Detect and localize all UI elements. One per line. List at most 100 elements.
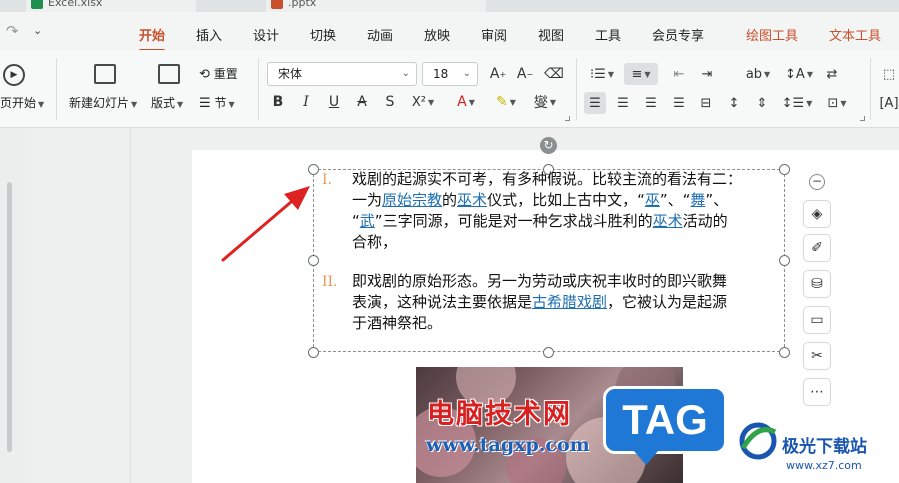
menu-tools[interactable]: 工具: [595, 25, 621, 44]
site-logo-url: www.xz7.com: [786, 459, 862, 472]
sort-icon[interactable]: ↕A ▼: [784, 64, 814, 84]
file-tab-ppt[interactable]: .pptx: [266, 0, 486, 12]
menu-view[interactable]: 视图: [538, 25, 564, 44]
brush-icon[interactable]: ✐: [803, 234, 831, 262]
text-run: 的: [442, 191, 458, 209]
distribute-icon[interactable]: ⊟: [697, 93, 715, 113]
section-icon: ☰: [199, 96, 211, 111]
menu-transition[interactable]: 切换: [310, 25, 336, 44]
layers-icon[interactable]: ◈: [803, 200, 831, 228]
text-run: ”三字同源，可能是对一种乞求战斗胜利的: [374, 212, 653, 230]
hyperlink[interactable]: 巫术: [653, 212, 683, 230]
play-icon[interactable]: ▶: [3, 64, 25, 86]
new-slide-icon[interactable]: [94, 64, 116, 84]
resize-handle[interactable]: [779, 255, 790, 266]
hyperlink[interactable]: 武: [360, 212, 375, 230]
paragraph-1[interactable]: 戏剧的起源实不可考，有多种假说。比较主流的看法有二： 一为原始宗教的巫术仪式，比如…: [352, 169, 776, 253]
decrease-indent-icon[interactable]: ⇤: [669, 64, 689, 84]
menu-home[interactable]: 开始: [139, 25, 166, 52]
hyperlink[interactable]: 巫: [645, 191, 660, 209]
align-center-icon[interactable]: ☰: [614, 93, 632, 113]
font-size-value: 18: [433, 67, 449, 81]
highlight-icon[interactable]: ✎ ▼: [491, 93, 521, 111]
convert-icon[interactable]: ⇄: [822, 64, 842, 84]
play-from-start-button[interactable]: 页开始 ▼: [0, 94, 44, 111]
resize-handle[interactable]: [779, 164, 790, 175]
shape-icon[interactable]: ⬚: [880, 64, 898, 84]
align-right-icon[interactable]: ☰: [642, 93, 660, 113]
text-run: 表演，这种说法主要依据是: [352, 293, 533, 311]
menu-slideshow[interactable]: 放映: [424, 25, 450, 44]
numbering-icon[interactable]: ≡ ▼: [624, 63, 658, 85]
reset-button[interactable]: ⟲ 重置: [199, 65, 238, 82]
superscript-icon[interactable]: X² ▼: [410, 93, 436, 111]
rotate-handle-icon[interactable]: ↻: [540, 137, 557, 154]
menu-drawing-tools[interactable]: 绘图工具: [746, 25, 798, 44]
resize-handle[interactable]: [779, 347, 790, 358]
menu-animation[interactable]: 动画: [367, 25, 393, 44]
text-run: 戏剧的起源实不可考，有多种假说。比较主流的看法有二：: [352, 170, 743, 188]
font-color-icon[interactable]: A ▼: [451, 93, 481, 111]
resize-handle[interactable]: [308, 347, 319, 358]
justify-icon[interactable]: ☰: [670, 93, 688, 113]
italic-icon[interactable]: I: [298, 93, 314, 111]
font-size-select[interactable]: 18 ⌄: [422, 62, 478, 86]
watermark-url: www.tagxp.com: [426, 434, 590, 456]
pinyin-icon[interactable]: 燮 ▼: [530, 93, 560, 111]
increase-indent-icon[interactable]: ⇥: [697, 64, 717, 84]
layout-button[interactable]: 版式 ▼: [151, 94, 183, 111]
pane-divider[interactable]: [130, 128, 131, 483]
chevron-down-icon: ⌄: [462, 68, 471, 79]
shadow-icon[interactable]: S: [382, 93, 398, 111]
menu-text-tools[interactable]: 文本工具: [829, 25, 881, 44]
redo-icon[interactable]: ↷: [6, 22, 19, 40]
screen-icon[interactable]: ▭: [803, 306, 831, 334]
textbox-icon[interactable]: [A]: [879, 93, 898, 113]
text-direction-icon[interactable]: ab ▼: [743, 64, 773, 84]
reset-label: 重置: [213, 67, 238, 81]
bold-icon[interactable]: B: [270, 93, 286, 111]
file-tab-excel[interactable]: Excel.xlsx: [26, 0, 196, 12]
line-spacing-icon[interactable]: ↕: [725, 93, 743, 113]
layout-label: 版式: [151, 96, 176, 110]
align-left-icon[interactable]: ☰: [584, 92, 606, 114]
menu-review[interactable]: 审阅: [481, 25, 507, 44]
increase-font-icon[interactable]: A +: [488, 64, 508, 84]
strikethrough-icon[interactable]: A: [354, 93, 370, 111]
menu-design[interactable]: 设计: [253, 25, 279, 44]
menu-insert[interactable]: 插入: [196, 25, 222, 44]
spacing-menu-icon[interactable]: ↕☰ ▼: [782, 93, 813, 113]
collapse-toolbar-icon[interactable]: −: [809, 174, 825, 190]
thumbnail-scrollbar[interactable]: [7, 182, 12, 452]
hyperlink[interactable]: 巫术: [457, 191, 487, 209]
section-button[interactable]: ☰ 节 ▼: [199, 94, 235, 111]
vertical-align-icon[interactable]: ⊡ ▼: [822, 93, 852, 113]
list-numeral: II.: [322, 274, 338, 290]
paragraph-spacing-icon[interactable]: ⇕: [753, 93, 771, 113]
decrease-font-icon[interactable]: A −: [515, 64, 535, 84]
section-label: 节: [214, 96, 227, 110]
text-line: 即戏剧的原始形态。另一为劳动或庆祝丰收时的即兴歌舞: [352, 271, 776, 292]
layout-icon[interactable]: [158, 64, 180, 84]
chevron-down-icon[interactable]: ⌄: [33, 24, 42, 37]
text-run: 即戏剧的原始形态。另一为劳动或庆祝丰收时的即兴歌舞: [352, 272, 728, 290]
resize-handle[interactable]: [308, 164, 319, 175]
paragraph-dialog-launcher[interactable]: [860, 116, 865, 121]
tools-icon[interactable]: ✂: [803, 342, 831, 370]
font-dialog-launcher[interactable]: [565, 116, 570, 121]
ribbon-divider: [870, 58, 871, 120]
bullets-icon[interactable]: ⁝☰ ▼: [588, 64, 616, 84]
hyperlink[interactable]: 原始宗教: [382, 191, 442, 209]
resize-handle[interactable]: [543, 347, 554, 358]
paragraph-2[interactable]: 即戏剧的原始形态。另一为劳动或庆祝丰收时的即兴歌舞 表演，这种说法主要依据是古希腊…: [352, 271, 776, 334]
fill-icon[interactable]: ⛁: [803, 270, 831, 298]
more-icon[interactable]: ⋯: [803, 378, 831, 406]
clear-format-icon[interactable]: ⌫: [544, 64, 564, 84]
font-name-select[interactable]: 宋体 ⌄: [267, 62, 417, 86]
text-line: “武”三字同源，可能是对一种乞求战斗胜利的巫术活动的: [352, 211, 776, 232]
hyperlink[interactable]: 舞: [690, 191, 705, 209]
hyperlink[interactable]: 古希腊戏剧: [532, 293, 607, 311]
new-slide-button[interactable]: 新建幻灯片 ▼: [69, 94, 137, 111]
underline-icon[interactable]: U: [326, 93, 342, 111]
menu-member[interactable]: 会员专享: [652, 25, 704, 44]
